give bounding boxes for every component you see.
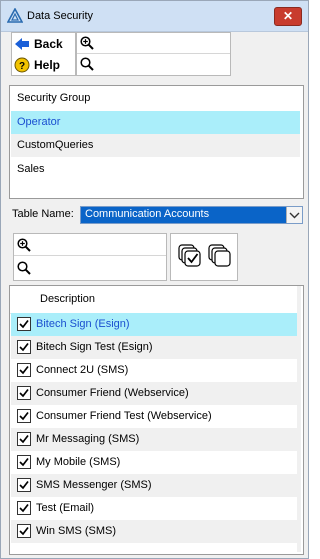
item-label: Mr Messaging (SMS): [36, 433, 140, 445]
list-item[interactable]: Consumer Friend (Webservice): [11, 382, 297, 405]
group-item-security-group[interactable]: Security Group: [11, 87, 300, 110]
list-item[interactable]: Bitech Sign (Esign): [11, 313, 297, 336]
zoom-in-icon: [17, 238, 31, 252]
item-label: Bitech Sign (Esign): [36, 318, 130, 330]
list-item[interactable]: Mr Messaging (SMS): [11, 428, 297, 451]
list-item[interactable]: My Mobile (SMS): [11, 451, 297, 474]
item-label: My Mobile (SMS): [36, 456, 121, 468]
checkbox[interactable]: [17, 317, 31, 331]
checkbox[interactable]: [17, 363, 31, 377]
title-bar: Data Security ✕: [1, 1, 308, 32]
top-search-panel: [76, 32, 231, 76]
list-item[interactable]: SMS Messenger (SMS): [11, 474, 297, 497]
item-label: Bitech Sign Test (Esign): [36, 341, 153, 353]
back-button[interactable]: Back: [14, 34, 74, 54]
check-all-button[interactable]: [178, 244, 202, 271]
list-item[interactable]: Test (Email): [11, 497, 297, 520]
chevron-down-icon[interactable]: [286, 207, 302, 223]
checkbox[interactable]: [17, 501, 31, 515]
checkbox[interactable]: [17, 409, 31, 423]
item-label: SMS Messenger (SMS): [36, 479, 152, 491]
table-name-value: Communication Accounts: [85, 208, 210, 220]
checkbox[interactable]: [17, 478, 31, 492]
close-button[interactable]: ✕: [274, 7, 302, 26]
item-label: Win SMS (SMS): [36, 525, 117, 537]
client-area: Back ? Help Security Group Operator Cust…: [5, 32, 304, 555]
list-item[interactable]: Win SMS (SMS): [11, 520, 297, 543]
group-item-sales[interactable]: Sales: [11, 158, 300, 181]
list-zoom-search-field[interactable]: [14, 235, 166, 256]
checkbox[interactable]: [17, 386, 31, 400]
search-icon: [80, 57, 94, 71]
list-item[interactable]: Consumer Friend Test (Webservice): [11, 405, 297, 428]
close-icon: ✕: [282, 9, 294, 23]
window-title: Data Security: [27, 10, 94, 22]
security-group-list[interactable]: Security Group Operator CustomQueries Sa…: [9, 85, 304, 199]
nav-button-panel: Back ? Help: [11, 32, 76, 76]
list-search-field[interactable]: [14, 258, 166, 278]
back-button-label: Back: [34, 37, 63, 51]
back-arrow-icon: [14, 36, 30, 52]
description-header: Description: [40, 293, 96, 305]
help-icon: ?: [14, 57, 30, 73]
item-label: Test (Email): [36, 502, 95, 514]
checkbox[interactable]: [17, 455, 31, 469]
search-icon: [17, 261, 31, 275]
checkbox[interactable]: [17, 524, 31, 538]
item-label: Consumer Friend (Webservice): [36, 387, 189, 399]
uncheck-all-icon: [208, 244, 232, 271]
zoom-search-field[interactable]: [77, 33, 230, 54]
check-actions-panel: [170, 233, 238, 281]
vertical-scrollbar[interactable]: [297, 286, 301, 552]
data-security-window: Data Security ✕ Back ? Help Security Gro…: [0, 0, 309, 559]
table-name-label: Table Name:: [12, 208, 74, 220]
group-item-operator[interactable]: Operator: [11, 111, 300, 134]
search-field[interactable]: [77, 54, 230, 74]
zoom-in-icon: [80, 36, 94, 50]
item-label: Connect 2U (SMS): [36, 364, 129, 376]
check-all-icon: [178, 244, 202, 271]
help-button-label: Help: [34, 58, 61, 72]
table-name-select[interactable]: Communication Accounts: [80, 206, 303, 224]
list-search-panel: [13, 233, 167, 281]
checkbox[interactable]: [17, 432, 31, 446]
help-button[interactable]: ? Help: [14, 55, 74, 75]
list-item[interactable]: Connect 2U (SMS): [11, 359, 297, 382]
uncheck-all-button[interactable]: [208, 244, 232, 271]
item-label: Consumer Friend Test (Webservice): [36, 410, 212, 422]
description-checklist[interactable]: Description Bitech Sign (Esign) Bitech S…: [9, 285, 304, 555]
list-item[interactable]: Bitech Sign Test (Esign): [11, 336, 297, 359]
svg-text:?: ?: [19, 61, 25, 72]
group-item-customqueries[interactable]: CustomQueries: [11, 134, 300, 157]
checkbox[interactable]: [17, 340, 31, 354]
app-logo-icon: [6, 7, 24, 24]
